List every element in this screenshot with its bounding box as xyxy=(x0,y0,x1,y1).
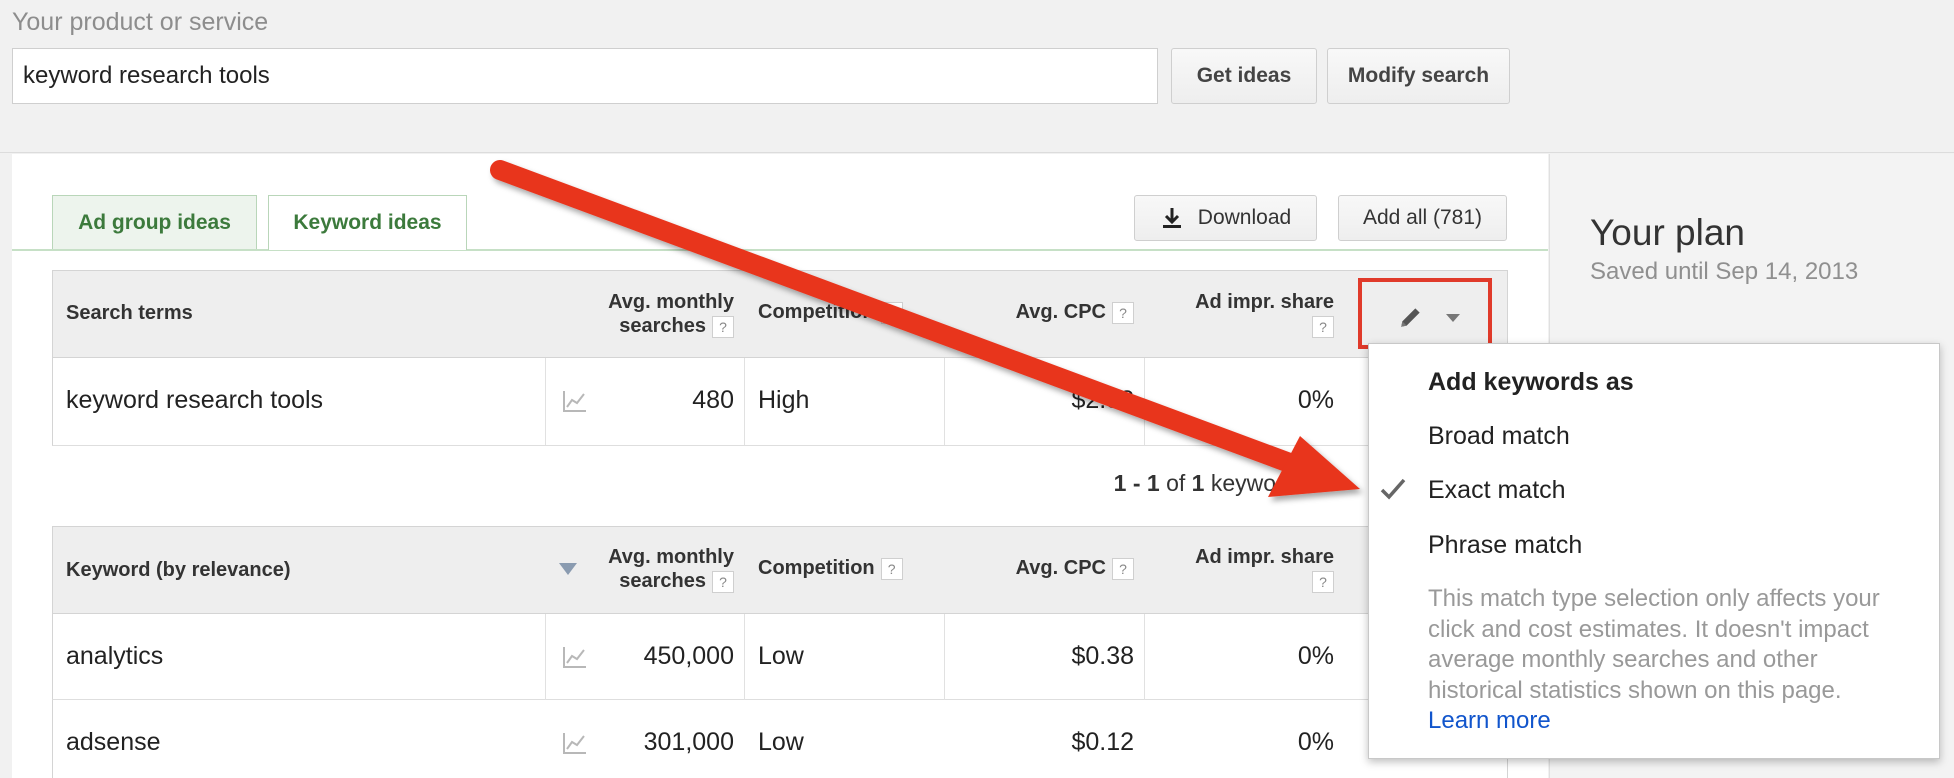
cell-avg-cpc: $0.12 xyxy=(1071,728,1134,756)
header-avg-cpc: Avg. CPC? xyxy=(960,301,1134,324)
cell-avg-monthly-searches: 480 xyxy=(692,386,734,414)
column-divider xyxy=(944,358,945,445)
header-ad-impr-share: Ad impr. share ? xyxy=(1150,545,1334,593)
header-search-terms: Search terms xyxy=(66,302,193,324)
help-icon[interactable]: ? xyxy=(1312,570,1334,593)
pagination-count: 1 xyxy=(1191,470,1205,496)
menu-item-phrase-match[interactable]: Phrase match xyxy=(1428,531,1582,560)
cell-avg-cpc: $0.38 xyxy=(1071,642,1134,670)
help-icon[interactable]: ? xyxy=(880,557,903,580)
download-icon xyxy=(1162,208,1181,228)
help-icon[interactable]: ? xyxy=(1112,557,1134,580)
plan-saved-status: Saved until Sep 14, 2013 xyxy=(1590,258,1859,285)
cell-avg-monthly-searches: 301,000 xyxy=(643,728,734,756)
cell-competition: Low xyxy=(758,728,804,756)
cell-ad-impr-share: 0% xyxy=(1297,386,1334,414)
header-ad-impr-label: Ad impr. share xyxy=(1195,546,1334,568)
match-type-note: This match type selection only affects y… xyxy=(1428,584,1908,737)
trend-chart-icon[interactable] xyxy=(562,645,588,669)
header-avg-monthly-line1: Avg. monthly xyxy=(608,291,734,313)
header-ad-impr-label: Ad impr. share xyxy=(1195,291,1334,313)
column-divider xyxy=(744,358,745,445)
cell-competition: High xyxy=(758,386,810,414)
pagination-of: of xyxy=(1166,470,1186,496)
cell-avg-cpc: $2.38 xyxy=(1071,386,1134,414)
cell-search-term: keyword research tools xyxy=(66,386,324,414)
cell-ad-impr-share: 0% xyxy=(1297,728,1334,756)
menu-item-exact-match[interactable]: Exact match xyxy=(1428,476,1566,505)
header-avg-monthly-line1: Avg. monthly xyxy=(608,546,734,568)
download-label: Download xyxy=(1197,206,1292,229)
help-icon[interactable]: ? xyxy=(712,570,734,593)
checkmark-icon xyxy=(1380,478,1406,500)
menu-item-broad-match[interactable]: Broad match xyxy=(1428,422,1570,451)
trend-chart-icon[interactable] xyxy=(562,731,588,755)
header-competition-label: Competition xyxy=(758,301,875,323)
learn-more-link[interactable]: Learn more xyxy=(1428,707,1551,734)
header-competition: Competition? xyxy=(758,557,903,580)
help-icon[interactable]: ? xyxy=(712,315,734,338)
trend-chart-icon[interactable] xyxy=(562,389,588,413)
tab-underline xyxy=(12,249,1548,251)
cell-keyword: adsense xyxy=(66,728,161,756)
header-ad-impr-share: Ad impr. share ? xyxy=(1150,290,1334,338)
top-divider xyxy=(0,152,1954,153)
pagination-range: 1 - 1 xyxy=(1113,470,1160,496)
help-icon[interactable]: ? xyxy=(880,301,903,324)
pagination-summary: 1 - 1 of 1 keywords xyxy=(1000,470,1308,497)
help-icon[interactable]: ? xyxy=(1312,315,1334,338)
header-competition: Competition? xyxy=(758,301,903,324)
header-avg-cpc: Avg. CPC? xyxy=(960,557,1134,580)
header-avg-monthly-line2: searches xyxy=(619,315,706,337)
cell-competition: Low xyxy=(758,642,804,670)
cell-keyword: analytics xyxy=(66,642,164,670)
header-avg-monthly-searches: Avg. monthly searches? xyxy=(520,290,734,338)
product-search-input[interactable]: keyword research tools xyxy=(12,48,1158,104)
header-competition-label: Competition xyxy=(758,557,875,579)
download-button[interactable]: Download xyxy=(1134,195,1317,241)
cell-ad-impr-share: 0% xyxy=(1297,642,1334,670)
help-icon[interactable]: ? xyxy=(1112,301,1134,324)
tab-keyword-ideas[interactable]: Keyword ideas xyxy=(268,195,467,250)
header-avg-monthly-line2: searches xyxy=(619,570,706,592)
annotation-highlight-box xyxy=(1358,278,1492,349)
add-all-button[interactable]: Add all (781) xyxy=(1338,195,1507,241)
match-type-menu-title: Add keywords as xyxy=(1428,368,1634,396)
plan-title: Your plan xyxy=(1590,212,1745,253)
header-avg-cpc-label: Avg. CPC xyxy=(1015,557,1106,579)
match-type-note-text: This match type selection only affects y… xyxy=(1428,585,1880,704)
column-divider xyxy=(545,358,546,445)
get-ideas-button[interactable]: Get ideas xyxy=(1171,48,1317,104)
column-divider xyxy=(1144,358,1145,445)
header-avg-monthly-searches: Avg. monthly searches? xyxy=(520,545,734,593)
pagination-unit: keywords xyxy=(1210,470,1308,496)
header-keyword-by-relevance[interactable]: Keyword (by relevance) xyxy=(66,559,291,582)
header-avg-cpc-label: Avg. CPC xyxy=(1015,301,1106,323)
modify-search-button[interactable]: Modify search xyxy=(1327,48,1510,104)
product-or-service-label: Your product or service xyxy=(12,8,269,36)
cell-avg-monthly-searches: 450,000 xyxy=(643,642,734,670)
tab-ad-group-ideas[interactable]: Ad group ideas xyxy=(52,195,257,249)
